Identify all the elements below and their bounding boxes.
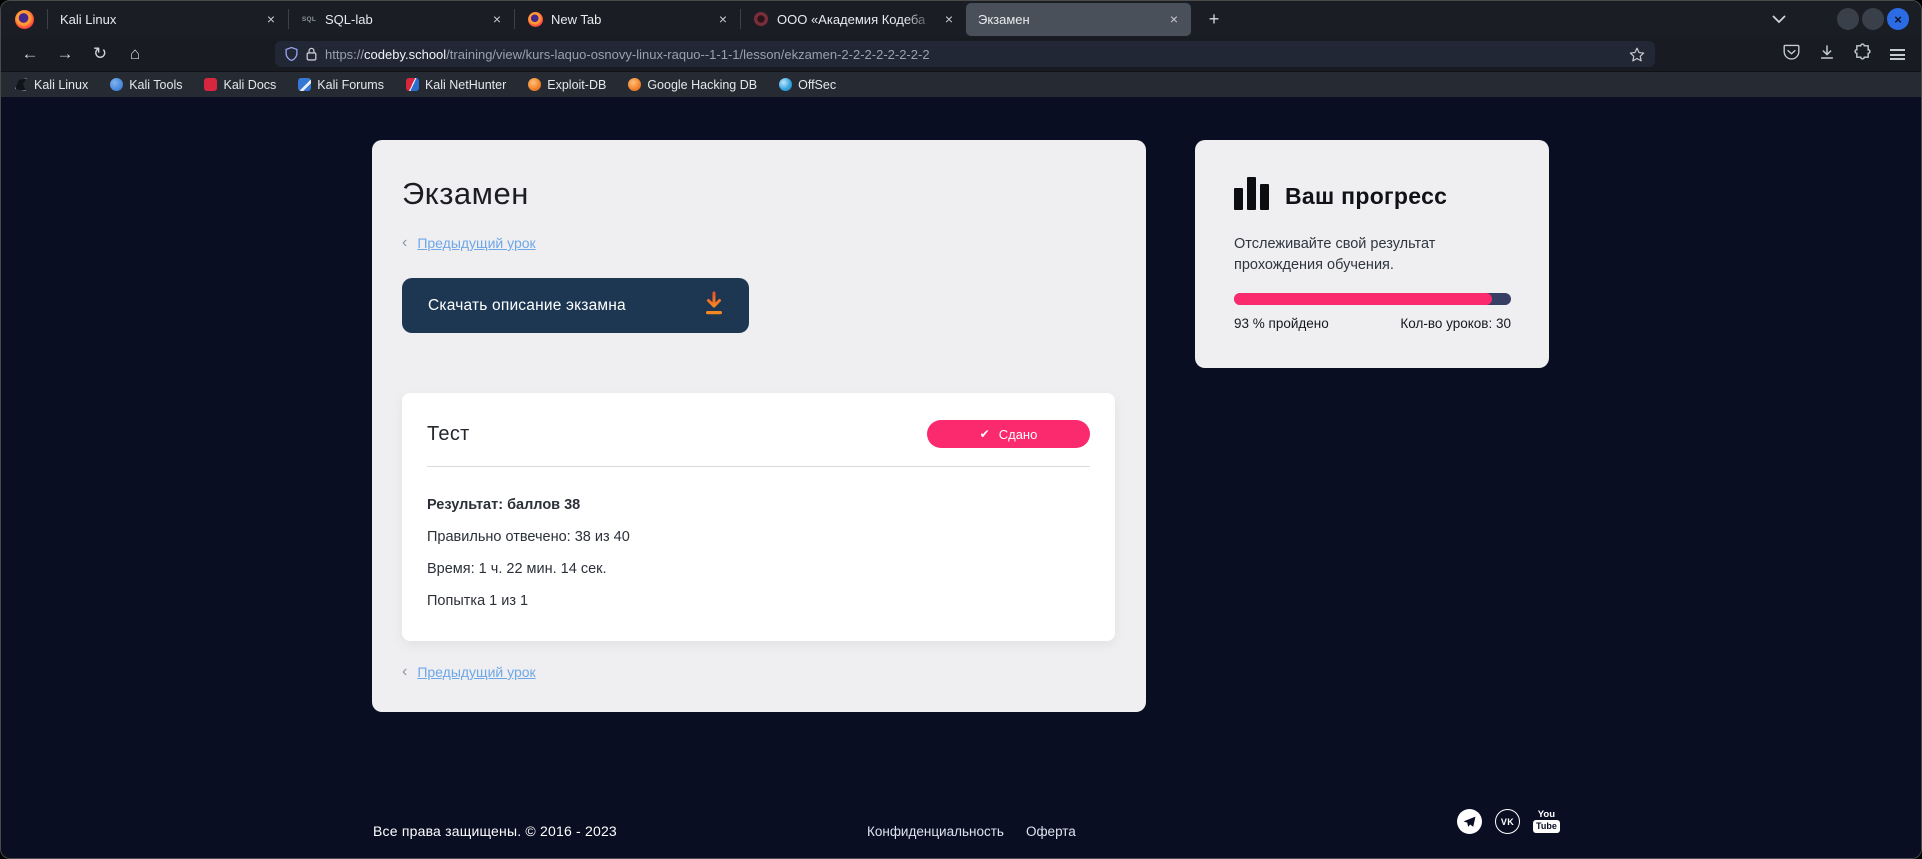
previous-lesson-link[interactable]: Предыдущий урок xyxy=(417,235,535,251)
result-correct-line: Правильно отвечено: 38 из 40 xyxy=(427,529,1090,545)
bookmarks-toolbar: Kali Linux Kali Tools Kali Docs Kali For… xyxy=(1,71,1921,97)
page-content: Экзамен ‹ Предыдущий урок Скачать описан… xyxy=(1,97,1921,858)
address-bar[interactable]: https://codeby.school/training/view/kurs… xyxy=(275,41,1655,67)
browser-window: Kali Linux × SQL SQL-lab × New Tab × ООО… xyxy=(0,0,1922,859)
result-attempt-line: Попытка 1 из 1 xyxy=(427,593,1090,609)
progress-description: Отслеживайте свой результат прохождения … xyxy=(1234,234,1484,276)
bookmark-kali-nethunter[interactable]: Kali NetHunter xyxy=(406,78,506,92)
new-tab-button[interactable]: + xyxy=(1201,6,1227,32)
close-window-button[interactable]: × xyxy=(1887,8,1909,30)
exploit-db-icon xyxy=(528,78,541,91)
footer-link-privacy[interactable]: Конфиденциальность xyxy=(867,824,1004,839)
sql-lab-favicon: SQL xyxy=(301,11,317,27)
bookmark-kali-tools[interactable]: Kali Tools xyxy=(110,78,182,92)
page-title: Экзамен xyxy=(402,176,1116,212)
download-icon xyxy=(703,291,725,321)
firefox-favicon xyxy=(528,12,543,27)
bookmark-kali-docs[interactable]: Kali Docs xyxy=(204,78,276,92)
progress-percent-label: 93 % пройдено xyxy=(1234,316,1329,331)
back-icon[interactable]: ← xyxy=(15,40,45,68)
check-icon: ✔ xyxy=(980,427,990,441)
google-hacking-db-icon xyxy=(628,78,641,91)
tab-close-icon[interactable]: × xyxy=(262,10,280,28)
bookmark-google-hacking-db[interactable]: Google Hacking DB xyxy=(628,78,757,92)
exam-card: Экзамен ‹ Предыдущий урок Скачать описан… xyxy=(372,140,1146,712)
reload-icon[interactable]: ↻ xyxy=(85,40,115,68)
codeby-favicon xyxy=(754,12,768,26)
tab-kali-linux[interactable]: Kali Linux × xyxy=(48,1,288,37)
bookmark-star-icon[interactable] xyxy=(1629,47,1645,62)
bar-chart-icon xyxy=(1234,177,1269,210)
test-title: Тест xyxy=(427,423,470,446)
bookmark-kali-forums[interactable]: Kali Forums xyxy=(298,78,384,92)
progress-bar xyxy=(1234,293,1511,305)
tab-academy-codeby[interactable]: ООО «Академия Кодеба × xyxy=(741,1,966,37)
bookmark-exploit-db[interactable]: Exploit-DB xyxy=(528,78,606,92)
tracking-protection-shield-icon[interactable] xyxy=(285,47,298,61)
footer-link-offer[interactable]: Оферта xyxy=(1026,824,1076,839)
telegram-icon[interactable] xyxy=(1457,809,1482,834)
tab-label: New Tab xyxy=(551,12,708,27)
home-icon[interactable]: ⌂ xyxy=(120,40,150,68)
youtube-icon[interactable]: You Tube xyxy=(1533,810,1560,834)
bookmark-kali-linux[interactable]: Kali Linux xyxy=(15,78,88,92)
tab-new-tab[interactable]: New Tab × xyxy=(515,1,740,37)
result-time-line: Время: 1 ч. 22 мин. 14 сек. xyxy=(427,561,1090,577)
forward-icon[interactable]: → xyxy=(50,40,80,68)
kali-nethunter-icon xyxy=(406,78,419,91)
result-score-line: Результат: баллов 38 xyxy=(427,497,1090,513)
divider xyxy=(427,466,1090,467)
tab-label: Экзамен xyxy=(978,12,1159,27)
url-domain: codeby.school xyxy=(364,47,446,62)
test-result-card: Тест ✔ Сдано Результат: баллов 38 Правил… xyxy=(402,393,1115,641)
chevron-left-icon: ‹ xyxy=(402,234,407,252)
vk-icon[interactable]: VK xyxy=(1495,809,1520,834)
navigation-toolbar: ← → ↻ ⌂ https://codeby.school/training/v… xyxy=(1,37,1921,71)
maximize-button[interactable] xyxy=(1862,8,1884,30)
footer-copyright: Все права защищены. © 2016 - 2023 xyxy=(373,823,617,839)
tab-close-icon[interactable]: × xyxy=(1165,10,1183,28)
kali-forums-icon xyxy=(298,78,311,91)
lessons-count-label: Кол-во уроков: 30 xyxy=(1400,316,1511,331)
kali-docs-icon xyxy=(204,78,217,91)
bookmark-offsec[interactable]: OffSec xyxy=(779,78,836,92)
kali-tools-icon xyxy=(110,78,123,91)
kali-dragon-icon xyxy=(15,78,28,91)
downloads-icon[interactable] xyxy=(1819,44,1835,65)
previous-lesson-link-top: ‹ Предыдущий урок xyxy=(402,234,1116,252)
progress-bar-fill xyxy=(1234,293,1492,305)
previous-lesson-link-bottom: ‹ Предыдущий урок xyxy=(402,663,1116,681)
firefox-pinned-tab-icon[interactable] xyxy=(15,10,34,29)
minimize-button[interactable] xyxy=(1837,8,1859,30)
application-menu-icon[interactable] xyxy=(1890,49,1905,60)
tab-close-icon[interactable]: × xyxy=(940,10,958,28)
status-badge-passed: ✔ Сдано xyxy=(927,420,1090,448)
tab-ekzamen-active[interactable]: Экзамен × xyxy=(966,3,1191,36)
progress-title: Ваш прогресс xyxy=(1285,183,1447,210)
list-all-tabs-chevron-icon[interactable] xyxy=(1772,15,1786,24)
tab-label: SQL-lab xyxy=(325,12,482,27)
tab-bar: Kali Linux × SQL SQL-lab × New Tab × ООО… xyxy=(1,1,1921,37)
progress-card: Ваш прогресс Отслеживайте свой результат… xyxy=(1195,140,1549,368)
tab-label: Kali Linux xyxy=(60,12,256,27)
pocket-icon[interactable] xyxy=(1783,44,1800,65)
lock-icon[interactable] xyxy=(306,47,317,61)
offsec-icon xyxy=(779,78,792,91)
url-text: https://codeby.school/training/view/kurs… xyxy=(325,47,930,62)
tab-label: ООО «Академия Кодеба xyxy=(777,12,934,27)
extensions-puzzle-icon[interactable] xyxy=(1854,43,1871,65)
tab-sql-lab[interactable]: SQL SQL-lab × xyxy=(289,1,514,37)
previous-lesson-link[interactable]: Предыдущий урок xyxy=(417,664,535,680)
download-exam-description-button[interactable]: Скачать описание экзамна xyxy=(402,278,749,333)
tab-close-icon[interactable]: × xyxy=(714,10,732,28)
chevron-left-icon: ‹ xyxy=(402,663,407,681)
tab-close-icon[interactable]: × xyxy=(488,10,506,28)
